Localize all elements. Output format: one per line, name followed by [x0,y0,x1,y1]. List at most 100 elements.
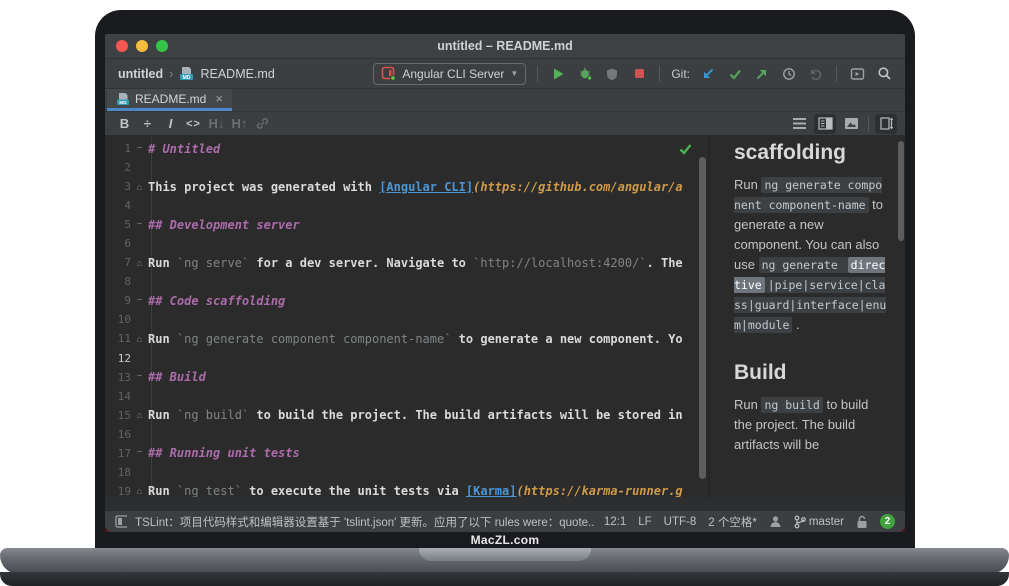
markdown-file-icon: MD [116,92,130,106]
git-commit-button[interactable] [726,65,744,83]
editor-line[interactable]: 5−## Development server [105,215,708,234]
local-history-clock-icon[interactable] [780,65,798,83]
line-number: 2 [105,161,131,174]
line-content: ## Development server [148,218,708,232]
status-message[interactable]: TSLint：项目代码样式和编辑器设置基于 'tslint.json' 更新。应… [135,514,594,530]
page: untitled – README.md untitled › MD READM… [0,0,1009,586]
lock-icon[interactable] [856,515,868,529]
run-config-dropdown[interactable]: Angular CLI Server ▼ [373,63,526,85]
indent-setting[interactable]: 2 个空格* [708,514,757,530]
editor-line[interactable]: 4 [105,196,708,215]
fold-marker-icon[interactable]: ⌂ [131,182,148,192]
breadcrumb-file[interactable]: README.md [200,67,274,81]
run-button[interactable] [549,65,567,83]
line-content: ## Build [148,370,708,384]
line-number: 6 [105,237,131,250]
rollback-button-disabled[interactable] [807,65,825,83]
editor-line[interactable]: 10 [105,310,708,329]
strikethrough-icon[interactable]: ÷ [136,114,159,134]
fold-marker-icon[interactable]: ⌂ [131,410,148,420]
run-config-label: Angular CLI Server [402,67,504,81]
line-number: 16 [105,428,131,441]
window-close-button[interactable] [116,40,128,52]
link-icon[interactable] [251,114,274,134]
line-number: 5 [105,218,131,231]
stop-button[interactable] [630,65,648,83]
auto-scroll-preview-button[interactable] [875,114,897,134]
editor-only-view-button[interactable] [788,114,810,134]
preview-pane: scaffoldingRun ng generate component com… [710,137,905,497]
code-span-icon[interactable]: <> [182,114,205,134]
window-zoom-button[interactable] [156,40,168,52]
tab-close-icon[interactable]: × [215,91,223,106]
fold-marker-icon[interactable]: ⌂ [131,486,148,496]
markdown-file-icon: MD [179,66,194,81]
main-area: 1−# Untitled 2 3⌂This project was generate… [105,137,905,497]
editor-lines: 1−# Untitled 2 3⌂This project was generate… [105,139,708,497]
editor-line[interactable]: 12 [105,349,708,368]
italic-icon[interactable]: I [159,114,182,134]
editor-line[interactable]: 19⌂Run `ng test` to execute the unit tes… [105,482,708,497]
window-titlebar[interactable]: untitled – README.md [105,34,905,59]
git-push-button[interactable] [753,65,771,83]
editor-line[interactable]: 16 [105,425,708,444]
editor-line[interactable]: 1−# Untitled [105,139,708,158]
header-level-down-icon[interactable]: H↓ [205,114,228,134]
header-level-up-icon[interactable]: H↑ [228,114,251,134]
line-number: 12 [105,352,131,365]
fold-marker-icon[interactable]: − [131,372,148,382]
editor-line[interactable]: 11⌂Run `ng generate component component-… [105,329,708,348]
search-everywhere-icon[interactable] [875,65,893,83]
notifications-badge[interactable]: 2 [880,514,895,529]
svg-text:MD: MD [119,99,127,105]
tab-label: README.md [135,92,206,106]
line-number: 4 [105,199,131,212]
editor-line[interactable]: 6 [105,234,708,253]
editor-scrollbar[interactable] [699,157,706,479]
fold-marker-icon[interactable]: − [131,220,148,230]
editor-line[interactable]: 13−## Build [105,368,708,387]
status-left: TSLint：项目代码样式和编辑器设置基于 'tslint.json' 更新。应… [115,514,594,530]
preview-scrollbar[interactable] [898,141,904,241]
editor-line[interactable]: 7⌂Run `ng serve` for a dev server. Navig… [105,253,708,272]
git-update-button[interactable] [699,65,717,83]
line-ending[interactable]: LF [638,516,651,528]
laptop-notch [419,548,591,561]
fold-marker-icon[interactable]: − [131,448,148,458]
breadcrumb-project[interactable]: untitled [118,67,163,81]
editor-line[interactable]: 15⌂Run `ng build` to build the project. … [105,406,708,425]
editor-line[interactable]: 8 [105,272,708,291]
line-content: Run `ng serve` for a dev server. Navigat… [148,256,708,270]
git-branch-widget[interactable]: master [794,515,844,529]
laptop-brand-text: MacZL.com [95,533,915,547]
inspections-hector-icon[interactable] [769,515,782,528]
split-view-button[interactable] [814,114,836,134]
coverage-button-disabled[interactable] [603,65,621,83]
editor-line[interactable]: 17−## Running unit tests [105,444,708,463]
line-number: 9 [105,294,131,307]
editor-line[interactable]: 14 [105,387,708,406]
fold-marker-icon[interactable]: − [131,144,148,154]
fold-marker-icon[interactable]: ⌂ [131,334,148,344]
window-minimize-button[interactable] [136,40,148,52]
debug-button[interactable] [576,65,594,83]
tool-window-toggle-icon[interactable] [115,515,127,528]
traffic-lights [116,40,168,52]
cursor-position[interactable]: 12:1 [604,516,626,528]
bold-icon[interactable]: B [113,114,136,134]
status-bar: TSLint：项目代码样式和编辑器设置基于 'tslint.json' 更新。应… [105,510,905,532]
fold-marker-icon[interactable]: − [131,296,148,306]
editor-line[interactable]: 3⌂This project was generated with [Angul… [105,177,708,196]
editor-pane[interactable]: 1−# Untitled 2 3⌂This project was generate… [105,137,708,497]
preview-only-view-button[interactable] [840,114,862,134]
editor-line[interactable]: 9−## Code scaffolding [105,291,708,310]
fold-marker-icon[interactable]: ⌂ [131,258,148,268]
line-content: Run `ng generate component component-nam… [148,332,708,346]
inspection-ok-icon [679,142,692,160]
editor-line[interactable]: 18 [105,463,708,482]
tab-readme[interactable]: MD README.md × [107,89,232,111]
editor-line[interactable]: 2 [105,158,708,177]
run-anything-button[interactable] [848,65,866,83]
file-encoding[interactable]: UTF-8 [664,516,697,528]
angular-cli-icon [381,66,396,81]
